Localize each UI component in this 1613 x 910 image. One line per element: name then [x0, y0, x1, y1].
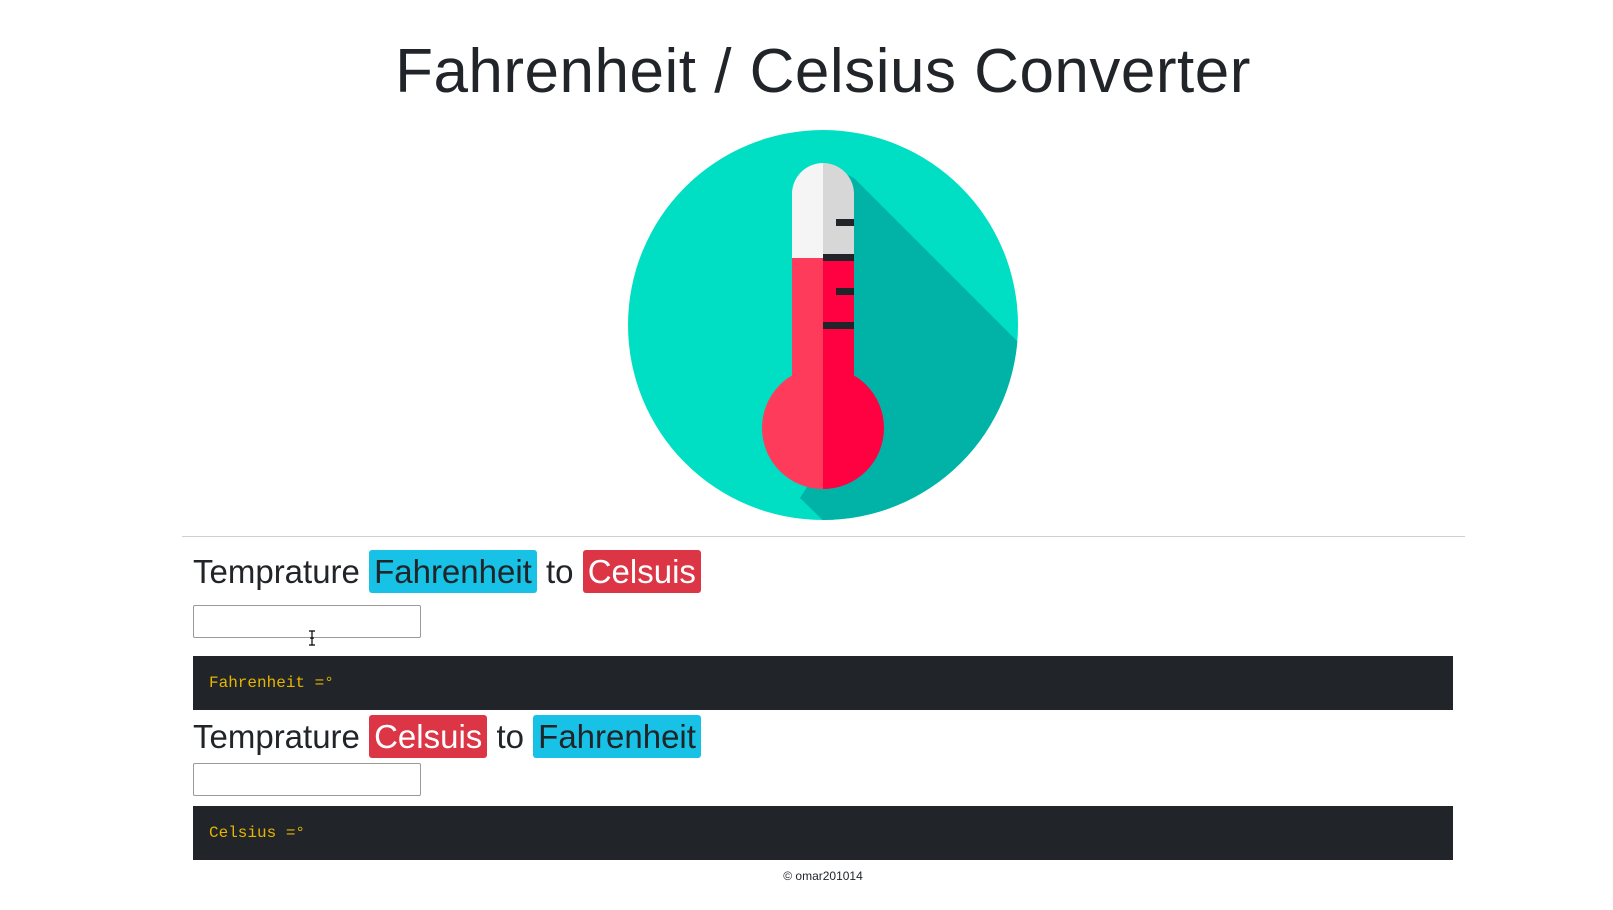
footer-copyright: © omar201014: [783, 869, 863, 883]
page: Fahrenheit / Celsius Converter Tempratur…: [0, 0, 1613, 910]
c-to-f-to-badge: Fahrenheit: [533, 715, 701, 758]
c-to-f-heading: Temprature Celsuis to Fahrenheit: [193, 715, 701, 759]
thermometer-icon: [628, 130, 1018, 520]
divider: [182, 536, 1465, 537]
c-to-f-from-badge: Celsuis: [369, 715, 488, 758]
f-to-c-joiner: to: [546, 553, 574, 590]
f-to-c-heading-word: Temprature: [193, 553, 360, 590]
f-to-c-from-badge: Fahrenheit: [369, 550, 537, 593]
f-to-c-to-badge: Celsuis: [582, 550, 701, 593]
celsius-result: Celsius =°: [193, 806, 1453, 860]
celsius-input[interactable]: [193, 763, 421, 796]
page-title: Fahrenheit / Celsius Converter: [395, 37, 1251, 106]
fahrenheit-result: Fahrenheit =°: [193, 656, 1453, 710]
f-to-c-heading: Temprature Fahrenheit to Celsuis: [193, 550, 701, 594]
c-to-f-heading-word: Temprature: [193, 718, 360, 755]
c-to-f-joiner: to: [496, 718, 524, 755]
text-cursor-icon: [309, 630, 315, 646]
